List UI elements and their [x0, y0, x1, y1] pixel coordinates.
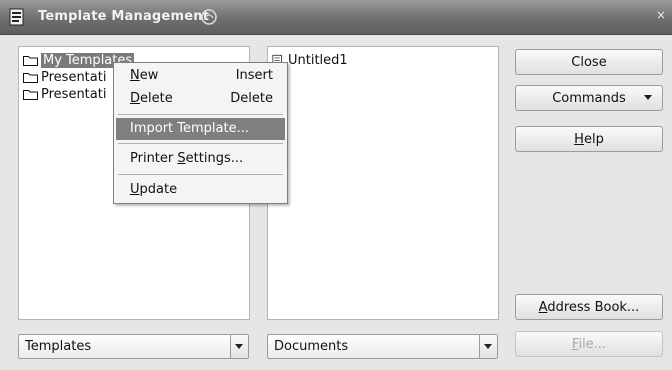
menu-shortcut: Insert [235, 68, 273, 83]
chevron-down-icon[interactable] [230, 335, 248, 358]
documents-list[interactable]: Untitled1 [267, 46, 499, 320]
title-bar[interactable]: Template Management × [0, 0, 672, 35]
menu-separator [118, 143, 283, 144]
address-book-button[interactable]: Address Book... [515, 294, 663, 320]
chevron-down-icon[interactable] [479, 335, 497, 358]
close-icon[interactable]: × [656, 8, 670, 26]
context-menu: New Insert Delete Delete Import Template… [113, 62, 288, 204]
menu-shortcut: Delete [230, 91, 273, 106]
tree-item-label: Presentati [41, 69, 107, 85]
documents-combo-value: Documents [274, 339, 349, 354]
templates-combo[interactable]: Templates [18, 334, 249, 359]
address-book-button-label: Address Book... [538, 299, 640, 315]
menu-item-import-template[interactable]: Import Template... [116, 118, 285, 140]
menu-item-update[interactable]: Update [116, 179, 285, 201]
commands-button[interactable]: Commands [515, 85, 663, 111]
folder-icon [23, 72, 38, 83]
templates-combo-value: Templates [25, 339, 92, 354]
file-button[interactable]: File... [515, 331, 663, 357]
menu-separator [118, 174, 283, 175]
folder-icon [23, 55, 38, 66]
help-swirl-icon[interactable] [200, 8, 218, 26]
tree-item-label: Presentati [41, 86, 107, 102]
window-title: Template Management [38, 9, 210, 24]
file-button-label: File... [571, 336, 607, 352]
tree-item-presentation-2[interactable]: Presentati [23, 85, 106, 103]
menu-item-printer-settings[interactable]: Printer Settings... [116, 148, 285, 170]
menu-item-new[interactable]: New Insert [116, 65, 285, 87]
close-button[interactable]: Close [515, 49, 663, 75]
tree-item-label: Untitled1 [288, 52, 348, 68]
help-button[interactable]: Help [515, 126, 663, 152]
tree-item-presentation-1[interactable]: Presentati [23, 68, 106, 86]
menu-separator [118, 114, 283, 115]
folder-icon [23, 89, 38, 100]
commands-button-label: Commands [552, 90, 626, 106]
chevron-down-icon [644, 95, 652, 100]
close-button-label: Close [571, 54, 607, 70]
help-button-label: Help [574, 131, 604, 147]
documents-combo[interactable]: Documents [267, 334, 498, 359]
menu-item-delete[interactable]: Delete Delete [116, 88, 285, 110]
app-document-icon [9, 8, 24, 26]
